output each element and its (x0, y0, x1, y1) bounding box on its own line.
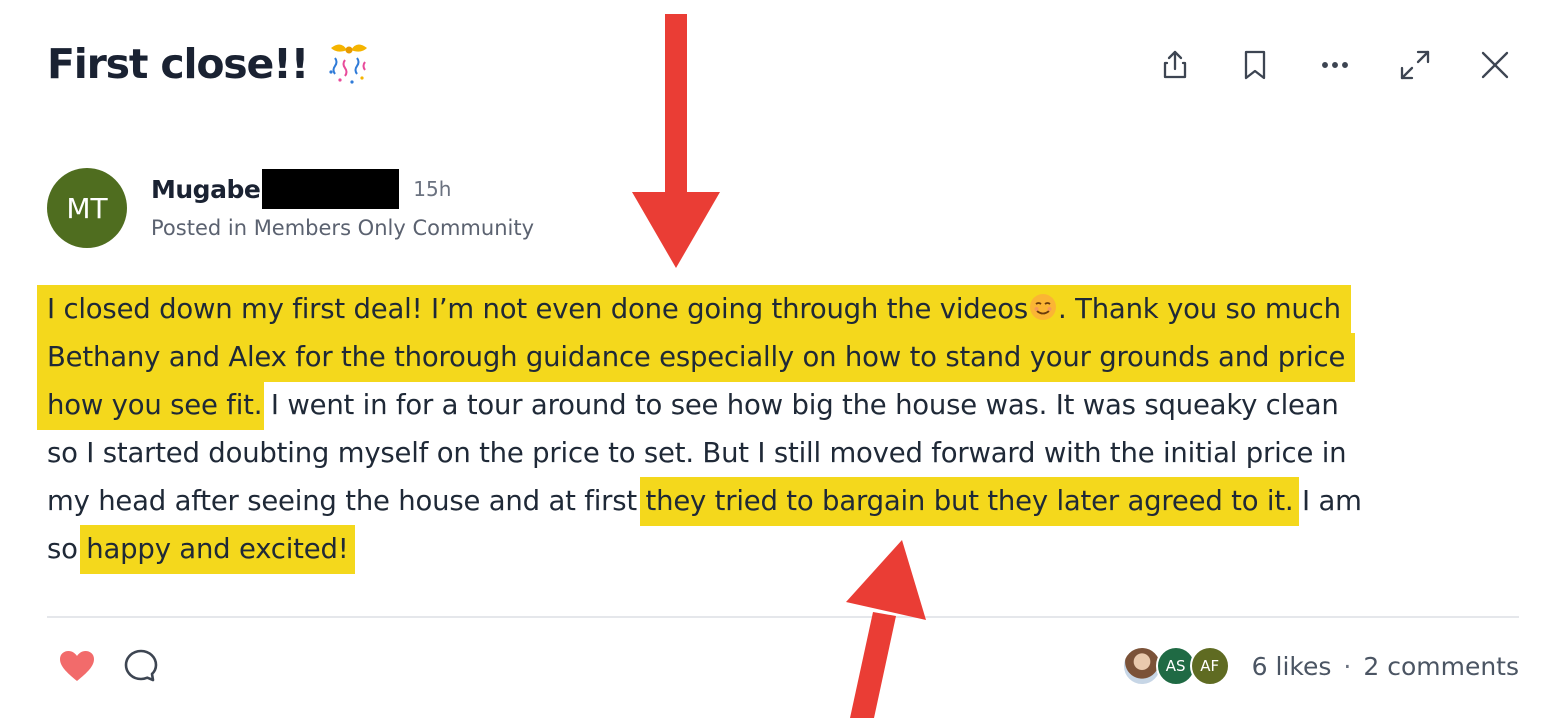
author-initials: MT (66, 191, 108, 225)
share-button[interactable] (1150, 40, 1200, 90)
space-link[interactable]: Members Only Community (254, 216, 534, 240)
author-name[interactable]: Mugabe (151, 175, 261, 204)
expand-icon (1400, 50, 1430, 80)
highlight-3: how you see fit (37, 381, 264, 430)
liker-avatars[interactable]: AS AF (1121, 646, 1230, 686)
annotation-arrow-down (632, 14, 720, 268)
name-redaction (262, 169, 400, 209)
body-line-2: Bethany and Alex for the thorough guidan… (37, 333, 1507, 382)
body-text: so I started doubting myself on the pric… (47, 437, 1347, 469)
header-actions (1120, 40, 1520, 90)
reaction-bar (55, 644, 163, 688)
body-line-5: my head after seeing the house and at fi… (47, 477, 1507, 526)
like-button[interactable] (55, 644, 99, 688)
bookmark-button[interactable] (1230, 40, 1280, 90)
post-title-text: First close!! (47, 40, 309, 88)
body-line-6: so happy and excited! (47, 525, 1507, 574)
post-title: First close!! (47, 34, 375, 94)
comment-button[interactable] (119, 644, 163, 688)
close-button[interactable] (1470, 40, 1520, 90)
author-avatar[interactable]: MT (47, 168, 127, 248)
more-options-button[interactable] (1310, 40, 1360, 90)
smiling-face-emoji-icon (1030, 294, 1057, 320)
body-text: . Thank you so much (1058, 293, 1341, 325)
highlight-2: Bethany and Alex for the thorough guidan… (37, 333, 1356, 382)
divider (47, 616, 1519, 618)
share-icon (1163, 50, 1187, 79)
comment-icon (124, 649, 158, 682)
highlight-1: I closed down my first deal! I’m not eve… (37, 285, 1351, 334)
body-line-1: I closed down my first deal! I’m not eve… (37, 285, 1507, 334)
post-timestamp[interactable]: 15h (413, 177, 451, 201)
more-icon (1322, 62, 1348, 68)
highlight-4: they tried to bargain but they later agr… (639, 477, 1300, 526)
comments-count[interactable]: 2 comments (1363, 652, 1519, 681)
body-line-3: how you see fit. I went in for a tour ar… (37, 381, 1507, 430)
posted-in-prefix: Posted in (151, 216, 254, 240)
body-text: my head after seeing the house and at fi… (47, 485, 646, 517)
engagement-summary: AS AF 6 likes · 2 comments (1121, 644, 1519, 688)
body-text: I am (1293, 485, 1362, 517)
close-icon (1481, 51, 1509, 79)
body-text: . I went in for a tour around to see how… (253, 389, 1339, 421)
posted-in: Posted in Members Only Community (151, 216, 534, 240)
highlight-5: happy and excited! (80, 525, 355, 574)
liker-avatar: AF (1189, 646, 1230, 686)
heart-icon (60, 651, 94, 681)
body-text: I closed down my first deal! I’m not eve… (47, 293, 1029, 325)
expand-button[interactable] (1390, 40, 1440, 90)
separator-dot: · (1343, 651, 1352, 681)
post-body: I closed down my first deal! I’m not eve… (37, 285, 1507, 574)
author-row: Mugabe 15h (151, 169, 451, 209)
confetti-emoji-icon (329, 44, 368, 84)
bookmark-icon (1244, 50, 1266, 80)
body-line-4: so I started doubting myself on the pric… (47, 429, 1507, 477)
likes-count[interactable]: 6 likes (1252, 652, 1332, 681)
